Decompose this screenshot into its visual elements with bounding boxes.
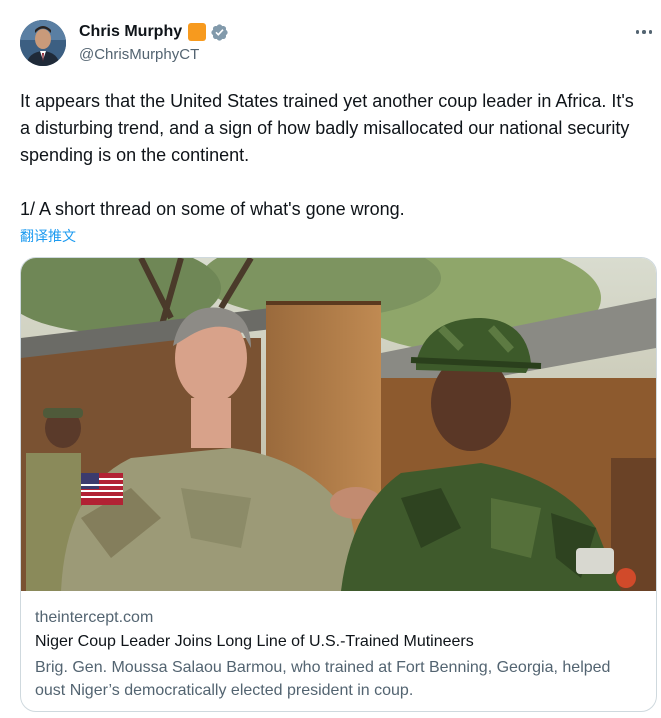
author-display-name[interactable]: Chris Murphy	[79, 23, 182, 41]
card-headline[interactable]: Niger Coup Leader Joins Long Line of U.S…	[35, 632, 642, 652]
user-avatar-icon	[20, 20, 66, 66]
verified-badge-icon	[210, 23, 229, 42]
more-options-icon[interactable]	[633, 22, 655, 42]
author-handle[interactable]: @ChrisMurphyCT	[79, 46, 199, 63]
affiliation-badge-icon	[188, 23, 207, 41]
author-avatar[interactable]	[20, 20, 66, 66]
author-name-row: Chris Murphy	[79, 21, 229, 43]
article-photo-icon[interactable]	[21, 258, 656, 591]
card-description: Brig. Gen. Moussa Salaou Barmou, who tra…	[35, 659, 611, 699]
tweet-text: It appears that the United States traine…	[20, 91, 634, 219]
card-domain: theintercept.com	[35, 609, 154, 626]
link-preview-card[interactable]: theintercept.com Niger Coup Leader Joins…	[20, 257, 657, 712]
translate-tweet-link[interactable]: 翻译推文	[20, 226, 76, 246]
